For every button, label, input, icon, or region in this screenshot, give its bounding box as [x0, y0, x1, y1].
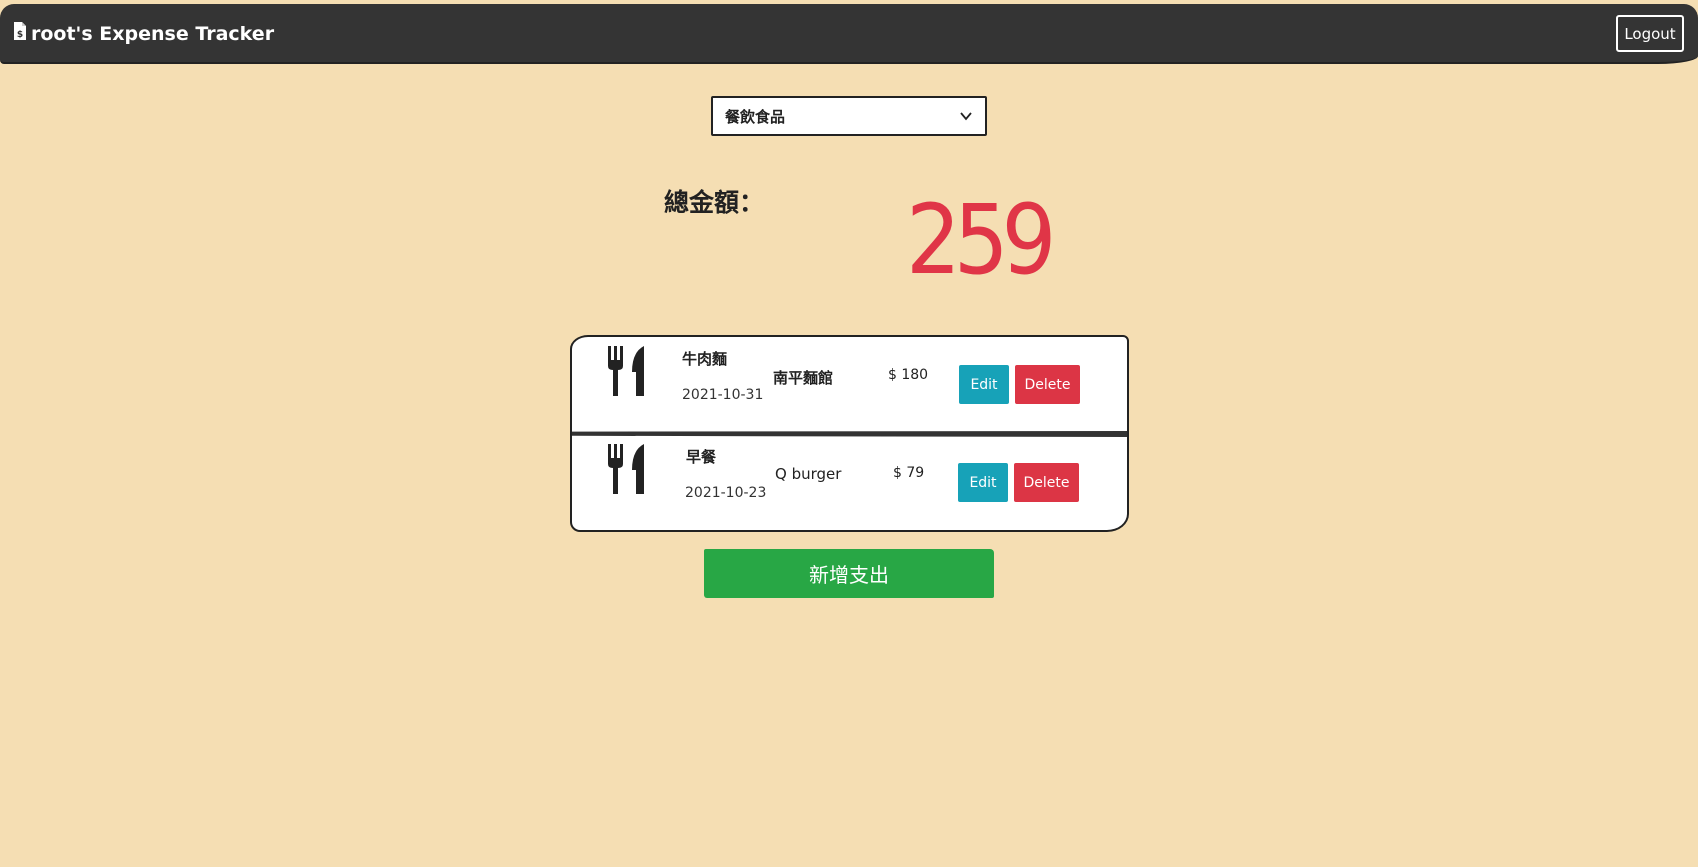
- expense-row: 早餐 2021-10-23 Q burger $ 79 Edit Delete: [572, 435, 1127, 530]
- total-amount: 259: [906, 184, 1057, 296]
- file-invoice-dollar-icon: $: [13, 21, 31, 46]
- expense-name: 牛肉麵: [682, 350, 728, 368]
- svg-text:$: $: [17, 30, 23, 40]
- utensils-icon: [606, 346, 648, 403]
- expense-date: 2021-10-31: [682, 387, 764, 403]
- brand-title: root's Expense Tracker: [31, 22, 275, 45]
- edit-button[interactable]: Edit: [959, 365, 1009, 404]
- expense-list: 牛肉麵 2021-10-31 南平麵館 $ 180 Edit Delete 早餐…: [570, 335, 1129, 532]
- delete-button[interactable]: Delete: [1014, 463, 1079, 502]
- utensils-icon: [606, 444, 648, 501]
- expense-amount: $ 79: [893, 465, 925, 481]
- expense-name: 早餐: [686, 448, 717, 466]
- expense-merchant: Q burger: [775, 465, 842, 483]
- brand[interactable]: $ root's Expense Tracker: [13, 21, 274, 46]
- expense-amount: $ 180: [888, 367, 929, 383]
- expense-row: 牛肉麵 2021-10-31 南平麵館 $ 180 Edit Delete: [572, 337, 1127, 433]
- expense-merchant: 南平麵館: [773, 369, 834, 387]
- category-select[interactable]: 餐飲食品: [711, 96, 987, 136]
- add-expense-button[interactable]: 新增支出: [704, 549, 994, 598]
- category-select-value: 餐飲食品: [725, 107, 786, 126]
- total-label: 總金額：: [664, 188, 765, 217]
- edit-button[interactable]: Edit: [958, 463, 1008, 502]
- expense-date: 2021-10-23: [685, 485, 767, 501]
- delete-button[interactable]: Delete: [1015, 365, 1080, 404]
- logout-button[interactable]: Logout: [1616, 15, 1684, 52]
- navbar: $ root's Expense Tracker Logout: [0, 4, 1698, 64]
- chevron-down-icon: [959, 109, 973, 127]
